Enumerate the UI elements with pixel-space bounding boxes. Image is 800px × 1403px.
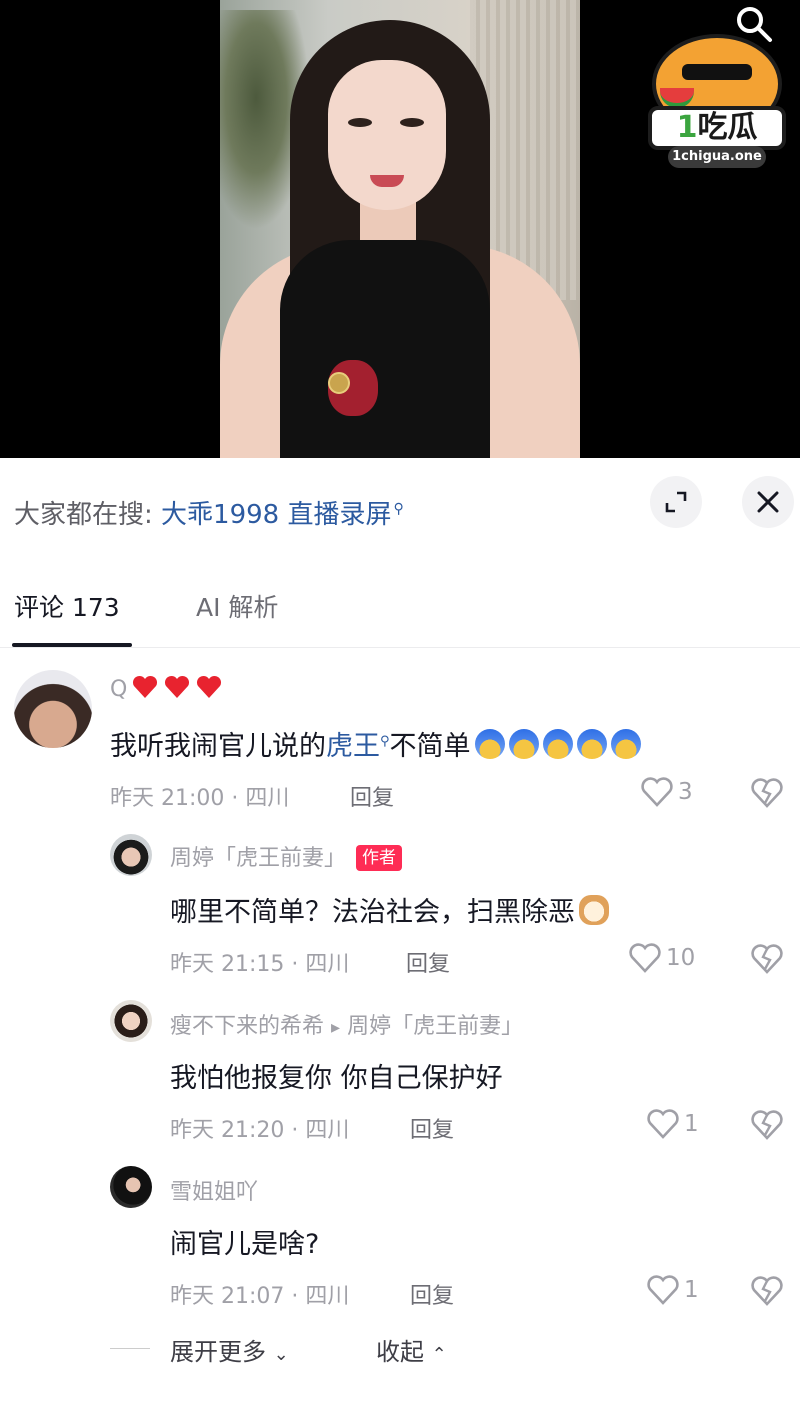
avatar[interactable] bbox=[110, 834, 152, 876]
hot-search-term[interactable]: 大乖1998 直播录屏 bbox=[161, 500, 391, 530]
tab-underline bbox=[12, 643, 132, 647]
like-button[interactable]: 1 bbox=[646, 1108, 699, 1140]
scared-emoji bbox=[508, 729, 539, 759]
reply-button[interactable]: 回复 bbox=[350, 780, 394, 812]
close-icon bbox=[757, 491, 779, 513]
comment-meta: 昨天 21:00 · 四川 bbox=[110, 786, 290, 811]
divider bbox=[110, 1348, 150, 1349]
comment-text: 哪里不简单？法治社会，扫黑除恶 bbox=[170, 890, 609, 929]
dog-emoji bbox=[579, 895, 609, 925]
heart-emoji bbox=[165, 675, 190, 698]
like-button[interactable]: 3 bbox=[640, 776, 693, 808]
hot-search-prefix: 大家都在搜: bbox=[14, 500, 153, 530]
comment-text: 我怕他报复你 你自己保护好 bbox=[170, 1063, 503, 1094]
comment-text: 我听我闹官儿说的虎王⚲不简单 bbox=[110, 724, 641, 763]
hot-search-bar[interactable]: 大家都在搜: 大乖1998 直播录屏 ⚲ bbox=[14, 494, 404, 531]
logo-url: 1chigua.one bbox=[668, 146, 766, 168]
comment-link[interactable]: 虎王 bbox=[326, 731, 380, 762]
avatar[interactable] bbox=[110, 1000, 152, 1042]
heart-outline-icon bbox=[629, 943, 661, 973]
like-count: 1 bbox=[684, 1277, 699, 1303]
tab-ai-analysis[interactable]: AI 解析 bbox=[196, 588, 278, 624]
like-count: 10 bbox=[666, 945, 696, 971]
collapse-button[interactable]: 收起 ⌃ bbox=[376, 1332, 447, 1367]
broken-heart-icon[interactable] bbox=[750, 942, 784, 976]
comment-username[interactable]: 周婷「虎王前妻」 作者 bbox=[170, 840, 403, 872]
comment-username[interactable]: Q bbox=[110, 674, 223, 702]
broken-heart-icon[interactable] bbox=[750, 776, 784, 810]
scared-emoji bbox=[542, 729, 573, 759]
chevron-down-icon: ⌄ bbox=[273, 1344, 289, 1365]
broken-heart-icon[interactable] bbox=[750, 1274, 784, 1308]
chevron-up-icon: ⌃ bbox=[431, 1344, 447, 1365]
like-count: 1 bbox=[684, 1111, 699, 1137]
comment-username[interactable]: 瘦不下来的希希 ▸ 周婷「虎王前妻」 bbox=[170, 1008, 523, 1040]
expand-more-button[interactable]: 展开更多 ⌄ bbox=[170, 1332, 289, 1367]
like-count: 3 bbox=[678, 779, 693, 805]
reply-button[interactable]: 回复 bbox=[410, 1112, 454, 1144]
like-button[interactable]: 10 bbox=[628, 942, 695, 974]
search-hint-icon: ⚲ bbox=[393, 501, 404, 518]
reply-to-username: 周婷「虎王前妻」 bbox=[347, 1014, 524, 1039]
scared-emoji bbox=[474, 729, 505, 759]
heart-outline-icon bbox=[647, 1109, 679, 1139]
expand-icon bbox=[665, 491, 687, 513]
heart-outline-icon bbox=[641, 777, 673, 807]
scared-emoji bbox=[576, 729, 607, 759]
avatar[interactable] bbox=[110, 1166, 152, 1208]
comment-meta: 昨天 21:20 · 四川 bbox=[170, 1118, 350, 1143]
close-button[interactable] bbox=[742, 476, 794, 528]
video-frame-photo bbox=[220, 0, 580, 458]
comment-text: 闹官儿是啥? bbox=[170, 1229, 320, 1260]
comment-meta: 昨天 21:15 · 四川 bbox=[170, 952, 350, 977]
comment-tabs: 评论 173 AI 解析 bbox=[0, 566, 800, 648]
author-badge: 作者 bbox=[356, 845, 403, 871]
heart-emoji bbox=[197, 675, 222, 698]
comment-meta: 昨天 21:07 · 四川 bbox=[170, 1284, 350, 1309]
tab-comments[interactable]: 评论 173 bbox=[14, 588, 120, 624]
heart-emoji bbox=[133, 675, 158, 698]
heart-outline-icon bbox=[647, 1275, 679, 1305]
comment-username[interactable]: 雪姐姐吖 bbox=[170, 1174, 258, 1206]
like-button[interactable]: 1 bbox=[646, 1274, 699, 1306]
watermark-logo: 1吃瓜 1chigua.one bbox=[646, 14, 788, 174]
logo-name: 1吃瓜 bbox=[648, 106, 786, 150]
broken-heart-icon[interactable] bbox=[750, 1108, 784, 1142]
scared-emoji bbox=[610, 729, 641, 759]
reply-button[interactable]: 回复 bbox=[406, 946, 450, 978]
avatar[interactable] bbox=[14, 670, 92, 748]
reply-arrow-icon: ▸ bbox=[331, 1017, 341, 1038]
reply-button[interactable]: 回复 bbox=[410, 1278, 454, 1310]
expand-button[interactable] bbox=[650, 476, 702, 528]
